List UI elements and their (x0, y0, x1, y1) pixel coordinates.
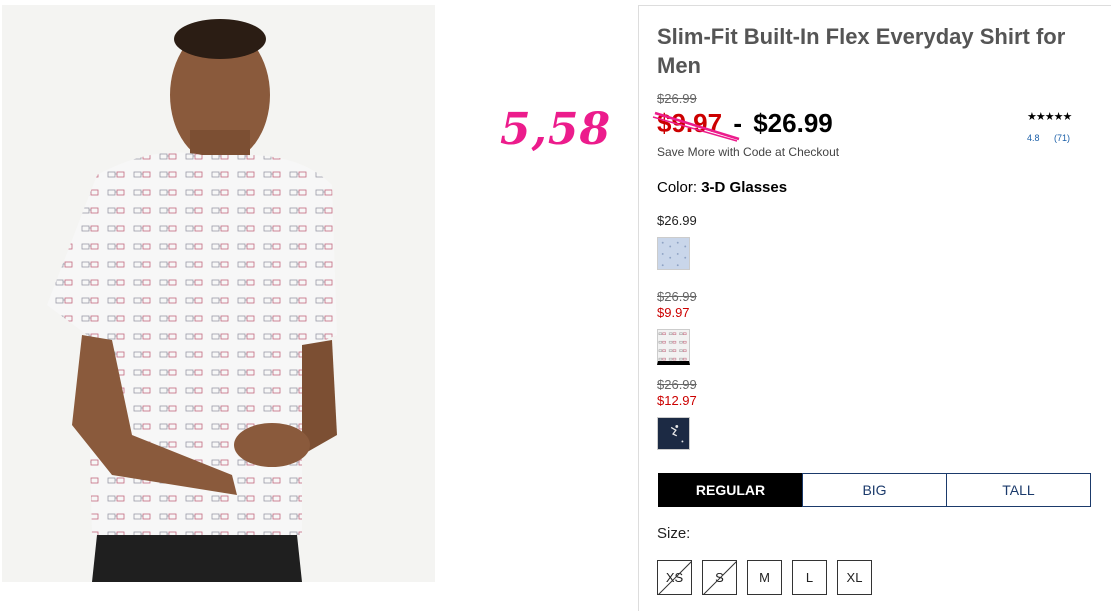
tab-regular[interactable]: REGULAR (658, 473, 803, 507)
swatch-sale-price: $12.97 (657, 393, 697, 408)
size-xs-button[interactable]: XS (657, 560, 692, 595)
color-label-prefix: Color: (657, 179, 698, 196)
product-photo (2, 5, 435, 582)
selected-color-name: 3-D Glasses (701, 179, 788, 196)
sale-price: $9.97 (652, 108, 740, 142)
size-l-button[interactable]: L (792, 560, 827, 595)
original-price: $26.99 (657, 91, 697, 106)
size-label: Size: (657, 525, 691, 542)
swatch-group-navy: $26.99 $12.97 (657, 377, 697, 450)
swatch-price: $26.99 (657, 213, 697, 228)
max-price: $26.99 (753, 108, 833, 138)
rating-widget[interactable]: ★★★★★ 4.8 (71) (1027, 110, 1087, 143)
color-label: Color: 3-D Glasses (657, 179, 787, 196)
swatch-group-light-blue: $26.99 (657, 213, 697, 270)
size-m-button[interactable]: M (747, 560, 782, 595)
product-title: Slim-Fit Built-In Flex Everyday Shirt fo… (657, 24, 1066, 78)
size-xl-button[interactable]: XL (837, 560, 872, 595)
fit-tabs: REGULAR BIG TALL (658, 473, 1091, 507)
sale-price-text: $9.97 (657, 108, 723, 138)
3d-glasses-white-swatch[interactable] (657, 329, 690, 365)
star-rating-icon: ★★★★★ (1027, 111, 1072, 123)
swatch-original-price: $26.99 (657, 289, 697, 304)
price-row: $9.97 - $26.99 (652, 108, 833, 142)
product-details-panel: Slim-Fit Built-In Flex Everyday Shirt fo… (638, 5, 1111, 611)
size-s-button[interactable]: S (702, 560, 737, 595)
swatch-original-price: $26.99 (657, 377, 697, 392)
swatch-group-3d-glasses: $26.99 $9.97 (657, 289, 697, 365)
swatch-sale-price: $9.97 (657, 305, 690, 320)
rating-value: 4.8 (1027, 133, 1040, 143)
review-count-link[interactable]: (71) (1054, 133, 1070, 143)
size-selector: XS S M L XL (657, 560, 882, 595)
handwritten-price-note: 5,58 (500, 104, 612, 155)
navy-print-swatch[interactable] (657, 417, 690, 450)
tab-tall[interactable]: TALL (946, 473, 1091, 507)
light-blue-dot-swatch[interactable] (657, 237, 690, 270)
promo-text: Save More with Code at Checkout (657, 145, 840, 159)
price-separator: - (733, 108, 742, 138)
tab-big[interactable]: BIG (802, 473, 947, 507)
